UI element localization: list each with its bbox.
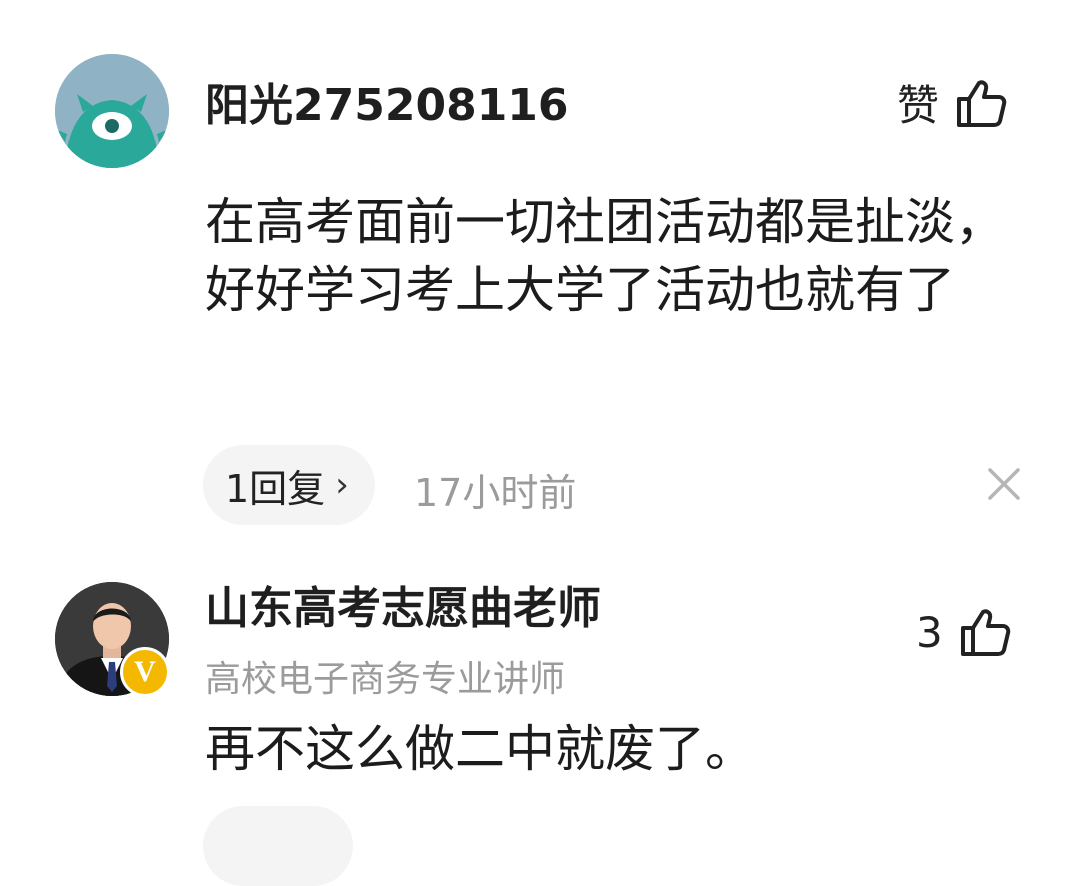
close-icon[interactable]: [984, 464, 1024, 504]
like-button[interactable]: 赞: [897, 72, 1007, 133]
reply-button-partial[interactable]: [203, 806, 353, 886]
chevron-right-icon: ›: [335, 465, 349, 505]
reply-label: 1回复: [225, 466, 326, 511]
verified-badge: V: [120, 647, 170, 697]
thumbs-up-icon: [957, 79, 1007, 127]
reply-button[interactable]: 1回复 ›: [203, 445, 375, 525]
timestamp: 17小时前: [414, 471, 577, 515]
user-avatar[interactable]: [55, 54, 169, 168]
comment-item: 阳光275208116 赞 在高考面前一切社团活动都是扯淡，好好学习考上大学了活…: [0, 0, 1080, 560]
comment-text: 再不这么做二中就废了。: [205, 720, 755, 778]
username[interactable]: 山东高考志愿曲老师: [205, 581, 601, 637]
user-title: 高校电子商务专业讲师: [205, 659, 566, 700]
monster-avatar-icon: [55, 54, 169, 168]
like-count: 3: [916, 607, 943, 657]
comment-item: V 山东高考志愿曲老师 高校电子商务专业讲师 3 再不这么做二中就废了。: [0, 560, 1080, 886]
username[interactable]: 阳光275208116: [205, 78, 569, 134]
like-label: 赞: [897, 81, 940, 130]
comment-text: 在高考面前一切社团活动都是扯淡，好好学习考上大学了活动也就有了: [205, 193, 1005, 319]
like-button[interactable]: 3: [916, 606, 1011, 658]
thumbs-up-icon: [960, 609, 1010, 656]
